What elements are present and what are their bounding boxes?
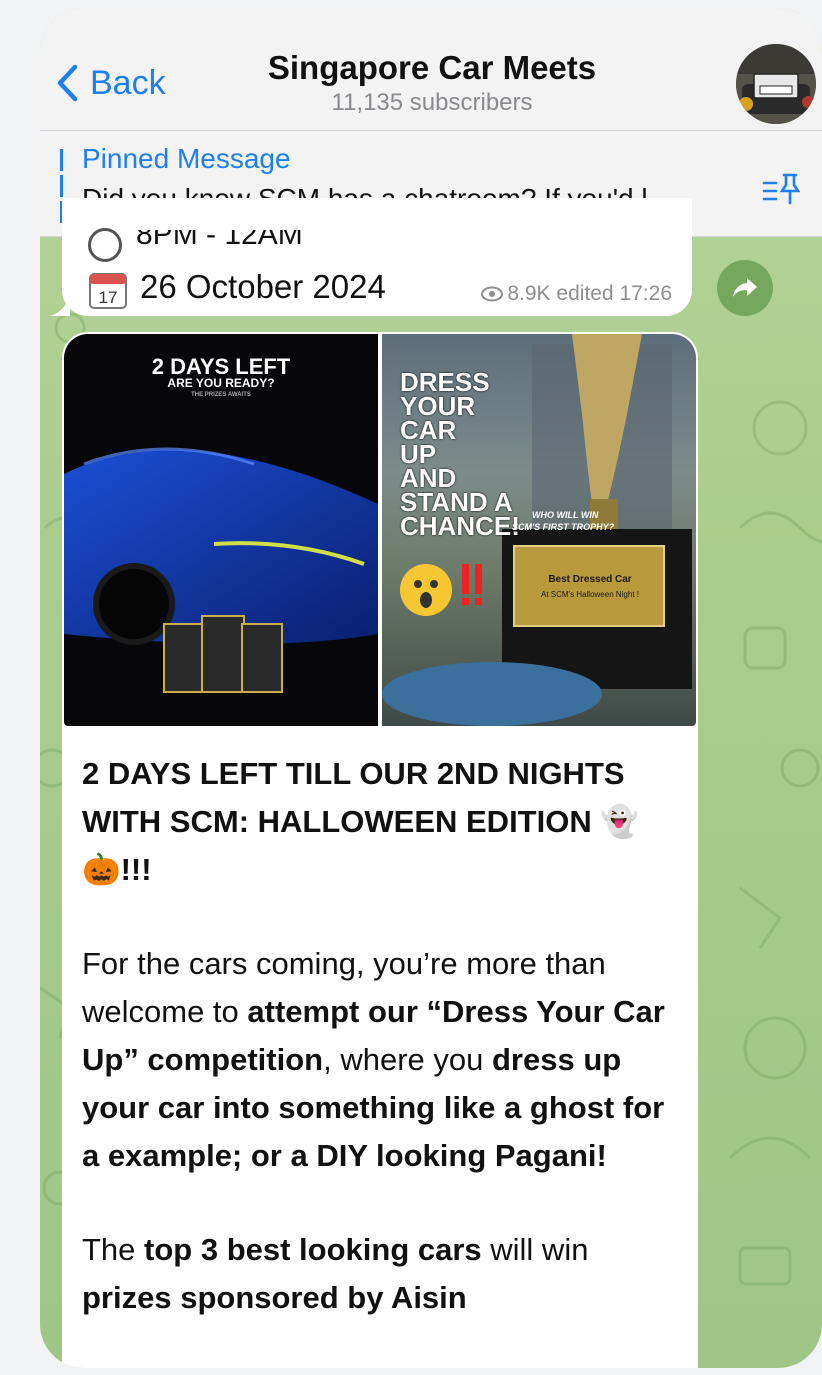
promo-dress-text: DRESS YOUR CAR UP AND STAND A CHANCE! [400,367,520,541]
edited-time: edited 17:26 [556,282,672,305]
eye-icon [481,286,504,302]
promo-image-2-days-left[interactable]: 2 DAYS LEFT ARE YOU READY? THE PRIZES AW… [64,334,378,726]
clock-icon [88,228,122,262]
event-date: 26 October 2024 [140,268,386,305]
post-paragraph-2: The top 3 best looking cars will win pri… [82,1232,589,1315]
post-paragraph-1: For the cars coming, you’re more than we… [82,946,665,1173]
bubble-tail [50,296,70,316]
share-button[interactable] [717,260,773,316]
avatar-image [736,44,816,124]
trophy-question-1: WHO WILL WIN [532,510,599,520]
share-arrow-icon [733,278,757,297]
chat-header: Back Singapore Car Meets 11,135 subscrib… [40,8,822,131]
pinned-list-icon[interactable] [762,171,800,207]
subscriber-count: 11,135 subscribers [331,89,533,116]
telegram-channel-screen: Back Singapore Car Meets 11,135 subscrib… [40,8,822,1368]
channel-avatar[interactable] [736,44,816,124]
trophy-question-2: SCM'S FIRST TROPHY? [512,522,615,532]
post-text: 2 DAYS LEFT TILL OUR 2ND NIGHTS WITH SCM… [82,750,682,1322]
plaque-line-2: At SCM's Halloween Night ! [540,590,639,599]
back-label: Back [90,63,166,102]
promo-image-dress-your-car[interactable]: DRESS YOUR CAR UP AND STAND A CHANCE! WH… [382,334,696,726]
channel-title: Singapore Car Meets [267,49,597,86]
event-time-text: 8PM - 12AM [136,218,303,251]
chevron-left-icon [57,64,78,102]
post-heading: 2 DAYS LEFT TILL OUR 2ND NIGHTS WITH SCM… [82,756,639,887]
promo-subheadline: ARE YOU READY? [167,376,275,390]
post-message-bubble[interactable]: 2 DAYS LEFT ARE YOU READY? THE PRIZES AW… [62,332,698,1368]
media-album[interactable]: 2 DAYS LEFT ARE YOU READY? THE PRIZES AW… [64,334,696,726]
plaque-line-1: Best Dressed Car [548,574,632,585]
pinned-title: Pinned Message [82,143,291,174]
channel-info[interactable]: Singapore Car Meets 11,135 subscribers [210,48,654,118]
previous-message-bubble[interactable]: 8PM - 12AM 17 26 October 2024 8.9K edite… [50,198,692,316]
message-meta: 8.9K edited 17:26 [481,282,672,306]
promo-tagline: THE PRIZES AWAITS [191,392,251,398]
calendar-icon: 17 [89,273,127,309]
view-count: 8.9K [507,282,551,305]
back-button[interactable]: Back [54,60,166,106]
calendar-day: 17 [99,288,118,307]
